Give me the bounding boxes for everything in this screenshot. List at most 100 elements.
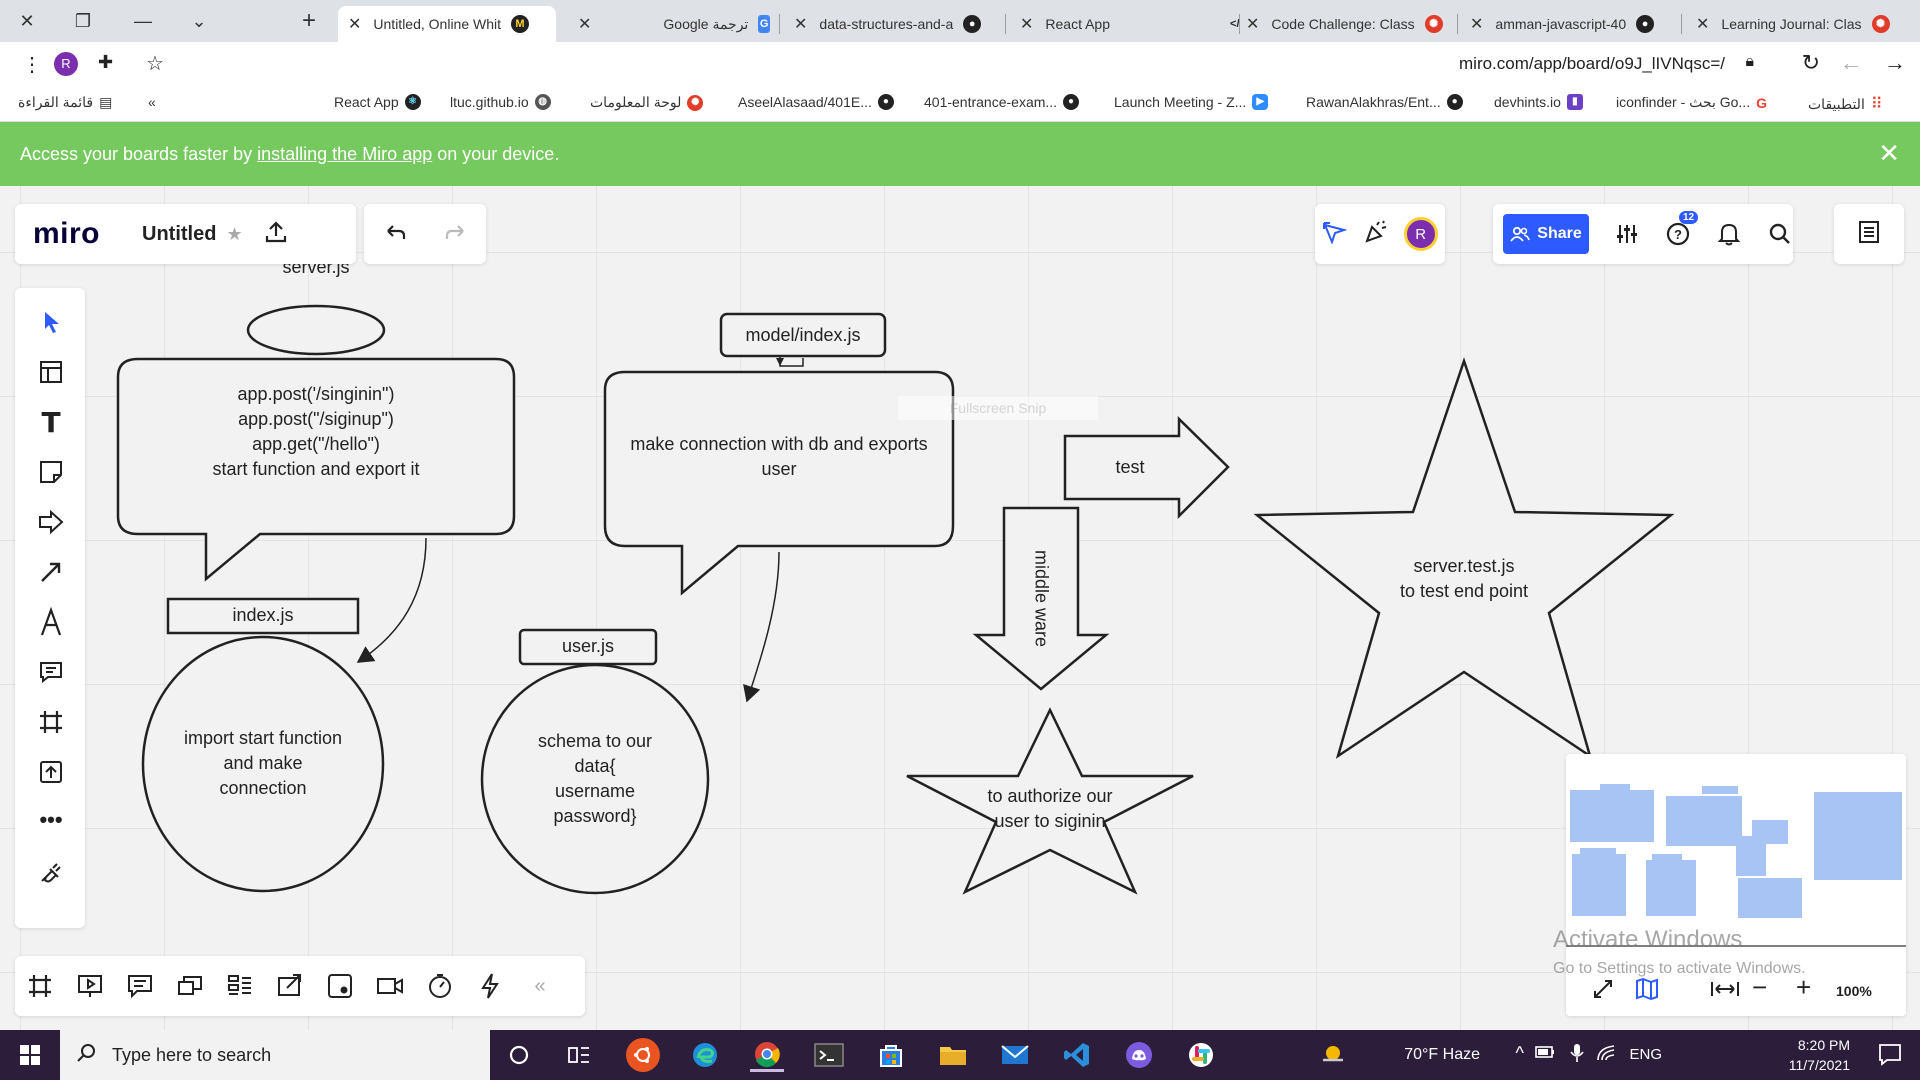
bookmark-rawan[interactable]: RawanAlakhras/Ent... ● bbox=[1306, 94, 1463, 110]
celebrate-icon[interactable] bbox=[1363, 219, 1389, 250]
ubuntu-icon[interactable] bbox=[626, 1038, 660, 1072]
kanban-icon[interactable] bbox=[215, 972, 265, 1000]
profile-avatar[interactable]: R bbox=[54, 52, 78, 76]
url-field[interactable]: miro.com/app/board/o9J_lIVNqsc=/ bbox=[1459, 54, 1725, 74]
tab-close-icon[interactable]: ✕ bbox=[1020, 14, 1033, 34]
bookmark-reading-list[interactable]: قائمة القراءة ▤ bbox=[18, 94, 112, 111]
new-tab-icon[interactable]: + bbox=[286, 0, 332, 42]
browser-menu-icon[interactable]: ⋮ bbox=[22, 52, 42, 77]
redo-icon[interactable] bbox=[443, 220, 469, 249]
zoom-level[interactable]: 100% bbox=[1836, 983, 1872, 999]
lightning-icon[interactable] bbox=[465, 972, 515, 1000]
settings-sliders-icon[interactable] bbox=[1615, 222, 1639, 246]
connection-line-icon[interactable] bbox=[37, 558, 65, 586]
bookmark-ltuc[interactable]: ltuc.github.io ◍ bbox=[450, 94, 551, 110]
shapes-icon[interactable] bbox=[37, 508, 65, 536]
notes-list-icon[interactable] bbox=[1857, 219, 1881, 250]
tab-close-icon[interactable]: ✕ bbox=[1246, 14, 1259, 34]
terminal-icon[interactable] bbox=[812, 1038, 846, 1072]
export-upload-icon[interactable] bbox=[263, 219, 289, 250]
fit-to-screen-icon[interactable] bbox=[1710, 980, 1740, 1003]
upload-icon[interactable] bbox=[37, 758, 65, 786]
minimize-window-icon[interactable]: — bbox=[120, 0, 166, 42]
bookmark-devhints[interactable]: devhints.io ▮ bbox=[1494, 94, 1583, 110]
wifi-icon[interactable] bbox=[1596, 1044, 1616, 1067]
close-window-icon[interactable]: ✕ bbox=[4, 0, 50, 42]
store-icon[interactable] bbox=[874, 1038, 908, 1072]
text-tool-icon[interactable]: T bbox=[37, 406, 65, 439]
collapse-toolbar-icon[interactable]: « bbox=[515, 975, 565, 998]
tab-close-icon[interactable]: ✕ bbox=[348, 14, 361, 34]
more-tools-icon[interactable]: ••• bbox=[37, 806, 65, 834]
video-call-icon[interactable] bbox=[365, 972, 415, 1000]
miro-board-canvas[interactable]: Fullscreen Snip server.js app.post('/sin… bbox=[0, 186, 1920, 1030]
cursor-select-icon[interactable] bbox=[1322, 220, 1348, 249]
slack-icon[interactable] bbox=[1184, 1038, 1218, 1072]
language-indicator[interactable]: ENG bbox=[1629, 1046, 1662, 1063]
cards-icon[interactable] bbox=[165, 972, 215, 1000]
connector-model-to-user[interactable] bbox=[743, 551, 780, 703]
connector-model-stub[interactable] bbox=[779, 356, 804, 367]
tab-github-data-structures[interactable]: ✕ data-structures-and-a ● bbox=[784, 6, 1006, 42]
restore-window-icon[interactable]: ❐ bbox=[60, 0, 106, 42]
connector-server-to-index[interactable] bbox=[356, 537, 427, 663]
server-js-ellipse[interactable] bbox=[246, 304, 386, 356]
tab-google-translate[interactable]: ✕ Google ترجمة G bbox=[568, 6, 780, 42]
screen-record-icon[interactable] bbox=[315, 972, 365, 1000]
tab-miro[interactable]: ✕ Untitled, Online Whit M bbox=[338, 6, 556, 42]
bookmarks-overflow-icon[interactable]: « bbox=[148, 94, 156, 110]
back-icon[interactable]: → bbox=[1884, 50, 1906, 76]
notification-center-icon[interactable] bbox=[1878, 1042, 1902, 1071]
fullscreen-expand-icon[interactable] bbox=[1592, 978, 1614, 1005]
bookmark-apps[interactable]: التطبيقات ⠿ bbox=[1808, 94, 1883, 114]
clock[interactable]: 8:20 PM 11/7/2021 bbox=[1789, 1035, 1850, 1075]
mail-icon[interactable] bbox=[998, 1038, 1032, 1072]
tab-react-app[interactable]: ✕ React App </> bbox=[1010, 6, 1240, 42]
select-cursor-icon[interactable] bbox=[37, 308, 65, 336]
tray-chevron-icon[interactable]: ^ bbox=[1516, 1043, 1524, 1064]
undo-icon[interactable] bbox=[382, 220, 408, 249]
extensions-icon[interactable]: ✚ bbox=[98, 52, 113, 73]
frame-icon[interactable] bbox=[37, 708, 65, 736]
tab-search-chevron-icon[interactable]: ⌄ bbox=[176, 0, 222, 42]
bookmark-iconfinder[interactable]: iconfinder - بحث Go... G bbox=[1616, 94, 1767, 111]
bookmark-dashboard[interactable]: لوحة المعلومات ✺ bbox=[590, 94, 704, 111]
star-icon[interactable]: ★ bbox=[226, 224, 242, 245]
cortana-icon[interactable] bbox=[502, 1038, 536, 1072]
install-miro-app-link[interactable]: installing the Miro app bbox=[257, 144, 432, 164]
timer-icon[interactable] bbox=[415, 972, 465, 1000]
apps-plug-icon[interactable] bbox=[37, 858, 65, 886]
bookmark-react-app[interactable]: React App ⚛ bbox=[334, 94, 421, 110]
pen-icon[interactable] bbox=[37, 607, 65, 636]
tab-close-icon[interactable]: ✕ bbox=[1470, 14, 1483, 34]
forward-icon[interactable]: ← bbox=[1840, 50, 1862, 76]
search-icon[interactable] bbox=[1767, 221, 1793, 247]
tab-close-icon[interactable]: ✕ bbox=[578, 14, 591, 34]
weather-text[interactable]: 70°F Haze bbox=[1404, 1046, 1480, 1064]
presentation-icon[interactable] bbox=[65, 972, 115, 1000]
tab-close-icon[interactable]: ✕ bbox=[794, 14, 807, 34]
board-title[interactable]: Untitled bbox=[142, 223, 216, 246]
frames-icon[interactable] bbox=[15, 972, 65, 1000]
tab-code-challenge[interactable]: ✕ Code Challenge: Class ✺ bbox=[1236, 6, 1458, 42]
discord-icon[interactable] bbox=[1122, 1038, 1156, 1072]
comments-icon[interactable] bbox=[115, 972, 165, 1000]
tab-learning-journal[interactable]: ✕ Learning Journal: Clas ✺ bbox=[1686, 6, 1916, 42]
chrome-icon[interactable] bbox=[750, 1038, 784, 1072]
bookmark-entrance-exam[interactable]: 401-entrance-exam... ● bbox=[924, 94, 1080, 110]
comment-icon[interactable] bbox=[37, 658, 65, 686]
edge-icon[interactable] bbox=[688, 1038, 722, 1072]
file-explorer-icon[interactable] bbox=[936, 1038, 970, 1072]
vscode-icon[interactable] bbox=[1060, 1038, 1094, 1072]
banner-close-icon[interactable]: ✕ bbox=[1878, 138, 1900, 169]
windows-start-icon[interactable] bbox=[0, 1030, 60, 1080]
bell-icon[interactable] bbox=[1717, 221, 1741, 247]
microphone-icon[interactable] bbox=[1570, 1043, 1584, 1068]
map-icon[interactable] bbox=[1634, 976, 1660, 1007]
share-button[interactable]: Share bbox=[1503, 214, 1589, 254]
lock-icon[interactable]: 🔒︎ bbox=[1745, 53, 1754, 71]
bookmark-launch-meeting[interactable]: Launch Meeting - Z... ▶ bbox=[1114, 94, 1269, 110]
sticky-note-icon[interactable] bbox=[37, 458, 65, 486]
help-icon[interactable]: ? 12 bbox=[1665, 211, 1699, 247]
share-screen-icon[interactable] bbox=[265, 972, 315, 1000]
